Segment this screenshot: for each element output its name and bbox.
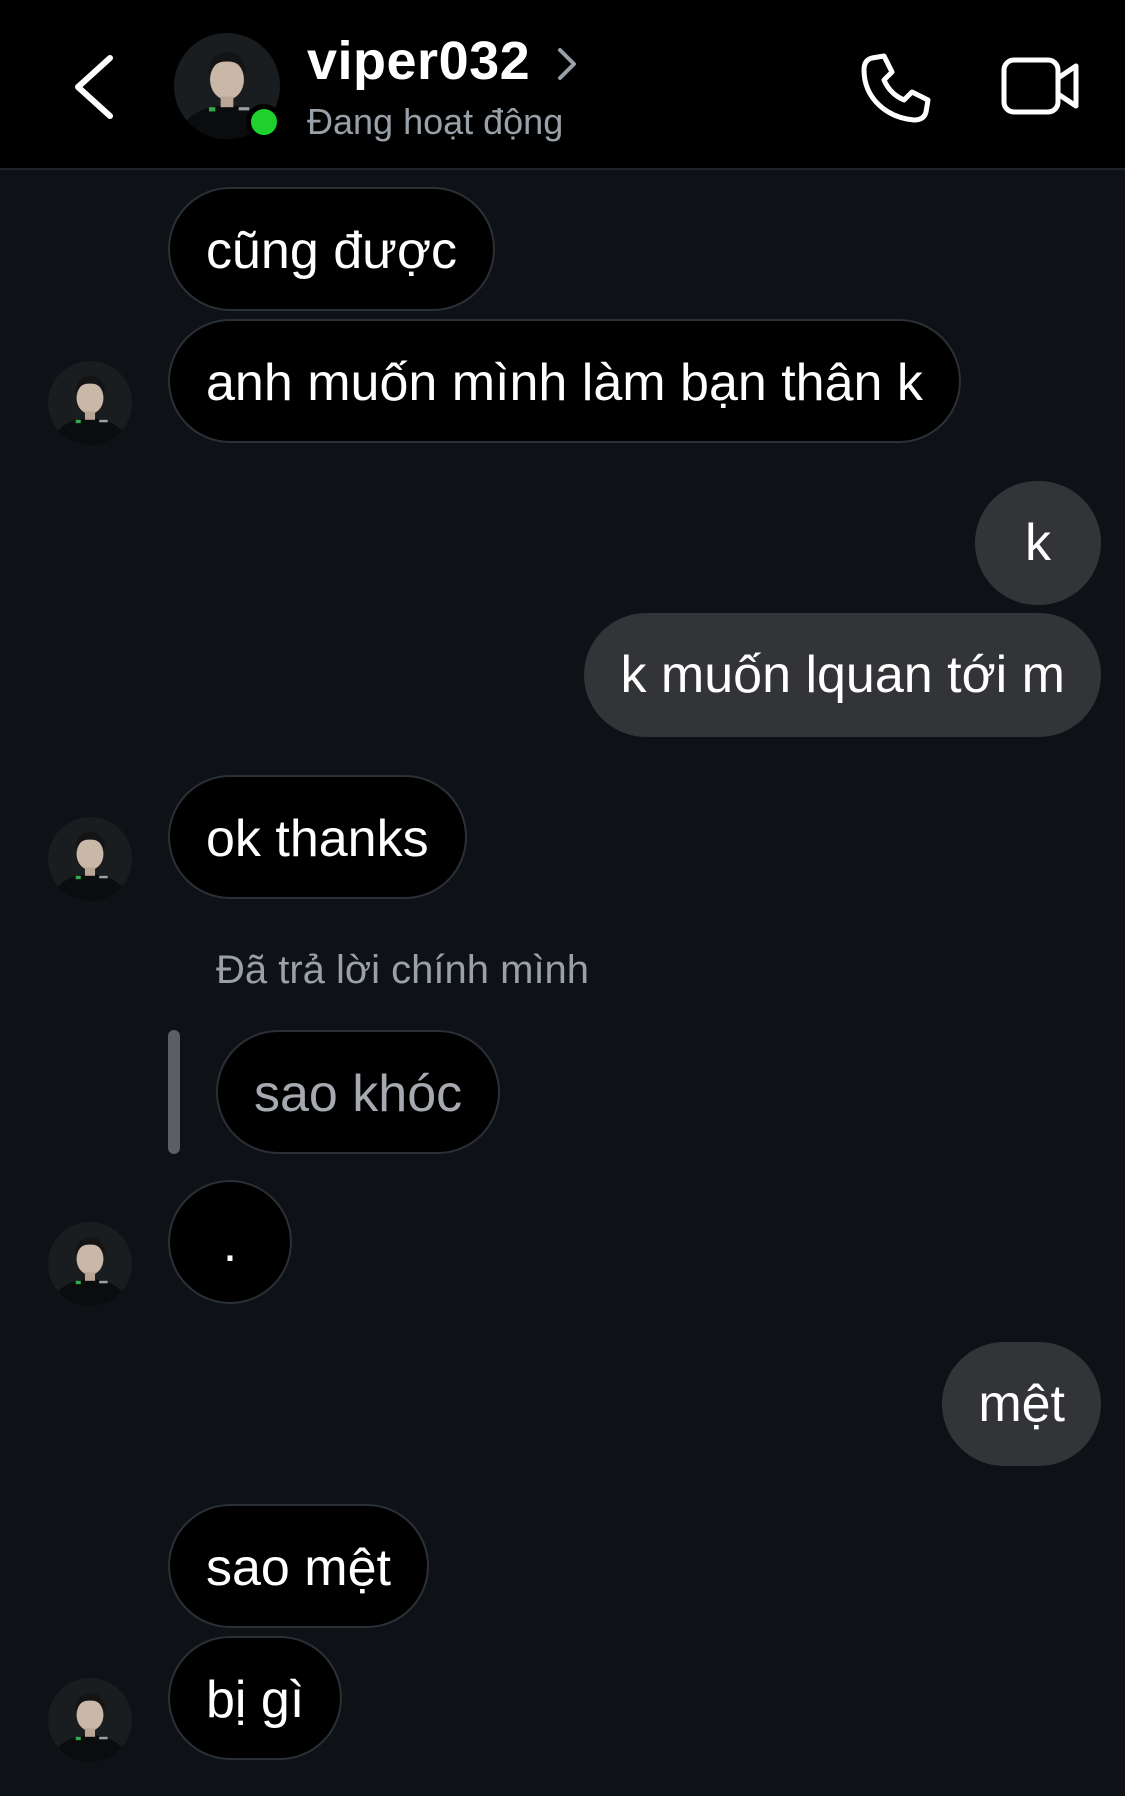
message-bubble-incoming[interactable]: bị gì (168, 1636, 343, 1760)
phone-icon[interactable] (858, 50, 934, 126)
chat-header: viper032 Đang hoạt động (0, 0, 1125, 170)
sender-avatar[interactable] (48, 1222, 132, 1306)
message-bubble-incoming[interactable]: anh muốn mình làm bạn thân k (168, 319, 961, 443)
message-bubble-incoming[interactable]: ok thanks (168, 775, 467, 899)
message-bubble-outgoing[interactable]: mệt (942, 1342, 1101, 1466)
online-status-dot (246, 104, 282, 140)
back-chevron-left-icon[interactable] (62, 50, 132, 125)
sender-avatar[interactable] (48, 817, 132, 901)
reply-label: Đã trả lời chính mình (216, 948, 590, 992)
reply-indicator-bar (168, 1030, 180, 1154)
replied-message-bubble[interactable]: sao khóc (216, 1030, 501, 1154)
chevron-right-icon[interactable] (554, 44, 580, 84)
message-bubble-incoming[interactable]: cũng được (168, 187, 496, 311)
activity-status: Đang hoạt động (307, 101, 564, 142)
sender-avatar[interactable] (48, 1678, 132, 1762)
message-bubble-outgoing[interactable]: k (975, 481, 1101, 605)
contact-name[interactable]: viper032 (307, 30, 530, 92)
sender-avatar[interactable] (48, 361, 132, 445)
message-bubble-incoming[interactable]: . (168, 1180, 292, 1304)
video-camera-icon[interactable] (1000, 54, 1080, 118)
message-bubble-outgoing[interactable]: k muốn lquan tới m (584, 613, 1101, 737)
message-bubble-incoming[interactable]: sao mệt (168, 1504, 429, 1628)
